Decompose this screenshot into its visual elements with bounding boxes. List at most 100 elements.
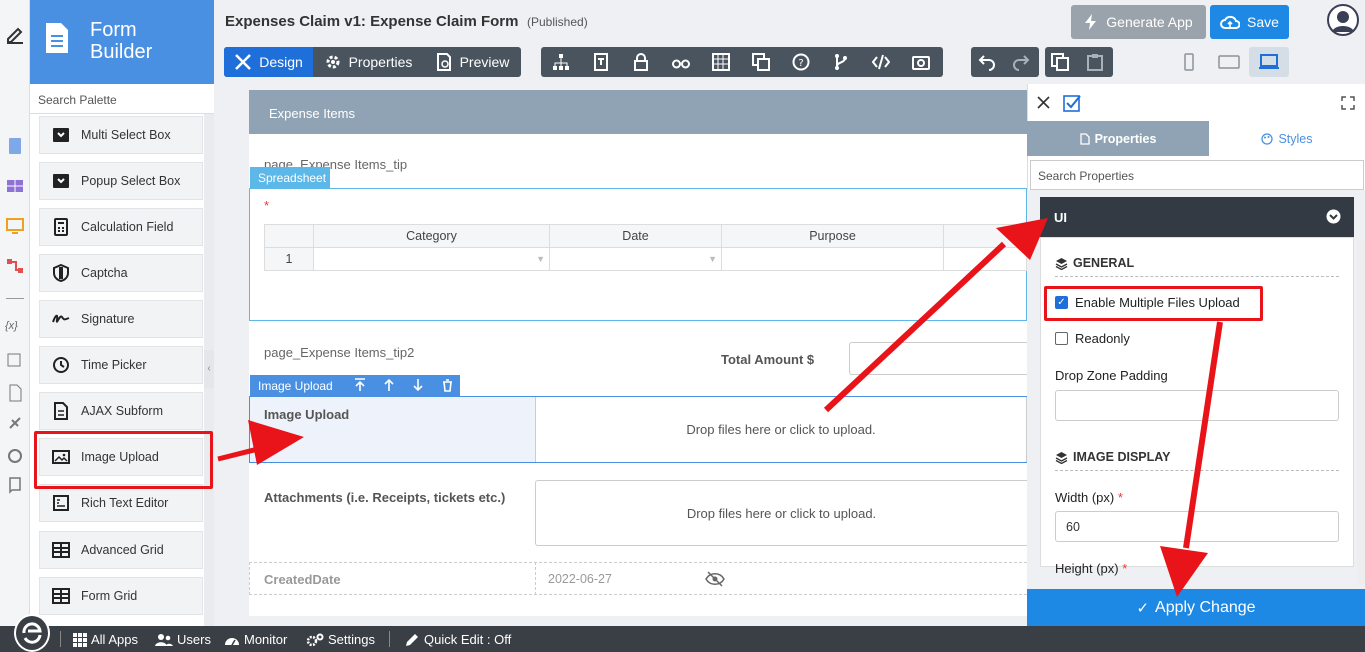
dropdown-icon — [53, 174, 69, 188]
tab-design[interactable]: Design — [224, 47, 313, 77]
table-cell[interactable]: ▼ — [313, 247, 550, 271]
variable-icon[interactable]: {x} — [5, 320, 18, 332]
attachments-dropzone[interactable]: Drop files here or click to upload. — [535, 480, 1027, 546]
file-icon[interactable] — [6, 384, 24, 402]
close-icon[interactable] — [1037, 96, 1050, 109]
palette-item-ajax-subform[interactable]: AJAX Subform — [39, 392, 203, 430]
signature-icon — [52, 314, 70, 323]
move-top-icon[interactable] — [354, 378, 366, 392]
desktop-view-button[interactable] — [1249, 47, 1289, 77]
settings-link[interactable]: Settings — [306, 632, 375, 647]
tablet-view-icon[interactable] — [1218, 53, 1240, 71]
total-amount-label: Total Amount $ — [721, 352, 815, 367]
redo-icon[interactable] — [1012, 53, 1030, 71]
palette-collapse-handle[interactable]: ‹ — [204, 350, 214, 388]
camera-icon[interactable] — [912, 53, 930, 71]
svg-text:?: ? — [798, 58, 803, 69]
language-icon[interactable] — [752, 53, 770, 71]
eye-slash-icon[interactable] — [705, 571, 725, 587]
expand-icon[interactable] — [1341, 96, 1355, 110]
calculator-icon — [54, 218, 68, 236]
avatar[interactable] — [1327, 4, 1359, 36]
code-icon[interactable] — [872, 53, 890, 71]
palette-item-label: Calculation Field — [81, 220, 174, 234]
tab-preview-label: Preview — [459, 54, 510, 70]
height-label-text: Height (px) — [1055, 561, 1119, 576]
save-button[interactable]: Save — [1210, 5, 1289, 39]
table-icon[interactable] — [6, 177, 24, 195]
tab-properties-panel[interactable]: Properties — [1027, 121, 1209, 156]
palette-item-time-picker[interactable]: Time Picker — [39, 346, 203, 384]
table-cell[interactable] — [943, 247, 1027, 271]
properties-scrollbar[interactable] — [1357, 240, 1365, 585]
hierarchy-icon[interactable] — [552, 53, 570, 71]
palette-item-form-grid[interactable]: Form Grid — [39, 577, 203, 615]
copy-icon[interactable] — [1051, 53, 1069, 71]
tab-preview[interactable]: Preview — [423, 47, 521, 77]
help-icon[interactable]: ? — [792, 53, 810, 71]
generate-app-button[interactable]: Generate App — [1071, 5, 1206, 39]
total-amount-input[interactable] — [849, 342, 1027, 375]
branch-icon[interactable] — [832, 53, 850, 71]
arrow-down-icon[interactable] — [412, 378, 424, 392]
spreadsheet-tag[interactable]: Spreadsheet — [250, 167, 330, 188]
checkbox-square-icon[interactable] — [1063, 94, 1081, 112]
plug-icon[interactable] — [6, 414, 24, 432]
palette-item-calculation[interactable]: Calculation Field — [39, 208, 203, 246]
palette-item-rich-text[interactable]: Rich Text Editor — [39, 484, 203, 522]
lock-icon[interactable] — [632, 53, 650, 71]
readonly-checkbox[interactable]: Readonly — [1055, 331, 1130, 346]
palette-item-captcha[interactable]: Captcha — [39, 254, 203, 292]
quick-edit-toggle[interactable]: Quick Edit : Off — [405, 632, 511, 647]
mobile-view-icon[interactable] — [1180, 53, 1198, 71]
users-link[interactable]: Users — [155, 632, 211, 647]
properties-search-input[interactable]: Search Properties — [1030, 160, 1364, 190]
spreadsheet-table[interactable]: Category Date Purpose 1 ▼ ▼ — [264, 224, 1027, 271]
table-icon[interactable] — [712, 53, 730, 71]
undo-icon[interactable] — [978, 53, 996, 71]
ui-group-header[interactable]: UI — [1040, 197, 1354, 237]
translate-icon[interactable] — [6, 352, 24, 370]
readonly-label: Readonly — [1075, 331, 1130, 346]
palette-item-label: Captcha — [81, 266, 128, 280]
workflow-icon[interactable] — [6, 257, 24, 275]
row-number: 1 — [264, 247, 314, 271]
trash-icon[interactable] — [442, 379, 453, 392]
width-input[interactable]: 60 — [1055, 511, 1339, 542]
drop-zone-padding-input[interactable] — [1055, 390, 1339, 421]
generate-app-label: Generate App — [1106, 14, 1193, 30]
palette-item-label: Form Grid — [81, 589, 138, 603]
palette-item-multi-select[interactable]: Multi Select Box — [39, 116, 203, 154]
gauge-icon[interactable] — [6, 446, 24, 464]
all-apps-link[interactable]: All Apps — [73, 632, 138, 647]
user-avatar-icon — [1332, 11, 1354, 32]
arrow-up-icon[interactable] — [383, 378, 395, 392]
monitor-icon[interactable] — [6, 217, 24, 235]
script-icon[interactable] — [6, 476, 24, 494]
tab-properties-label: Properties — [348, 54, 413, 70]
document-icon[interactable] — [6, 137, 24, 155]
binoculars-icon[interactable] — [672, 53, 690, 71]
edit-icon[interactable] — [4, 24, 26, 46]
form-layout-icon[interactable] — [592, 53, 610, 71]
palette-item-advanced-grid[interactable]: Advanced Grid — [39, 531, 203, 569]
palette-search-input[interactable]: Search Palette — [30, 84, 214, 114]
image-upload-dropzone[interactable]: Drop files here or click to upload. — [535, 397, 1027, 462]
attachments-label: Attachments (i.e. Receipts, tickets etc.… — [264, 490, 506, 505]
chevron-down-icon — [1326, 209, 1341, 224]
tab-styles[interactable]: Styles — [1209, 121, 1365, 156]
platform-logo[interactable] — [14, 614, 50, 652]
table-cell[interactable]: ▼ — [549, 247, 722, 271]
apply-change-button[interactable]: ✓ Apply Change — [1027, 589, 1365, 626]
paste-icon[interactable] — [1086, 53, 1104, 71]
clipboard-tools — [1045, 47, 1113, 77]
table-cell[interactable] — [721, 247, 944, 271]
palette-item-signature[interactable]: Signature — [39, 300, 203, 338]
drop-zone-padding-label: Drop Zone Padding — [1055, 368, 1168, 383]
row-header-corner — [264, 224, 314, 248]
monitor-link[interactable]: Monitor — [224, 632, 287, 647]
palette-item-popup-select[interactable]: Popup Select Box — [39, 162, 203, 200]
palette-icon — [1261, 132, 1274, 145]
tab-properties[interactable]: Properties — [313, 47, 423, 77]
column-header: Purpose — [721, 224, 944, 248]
